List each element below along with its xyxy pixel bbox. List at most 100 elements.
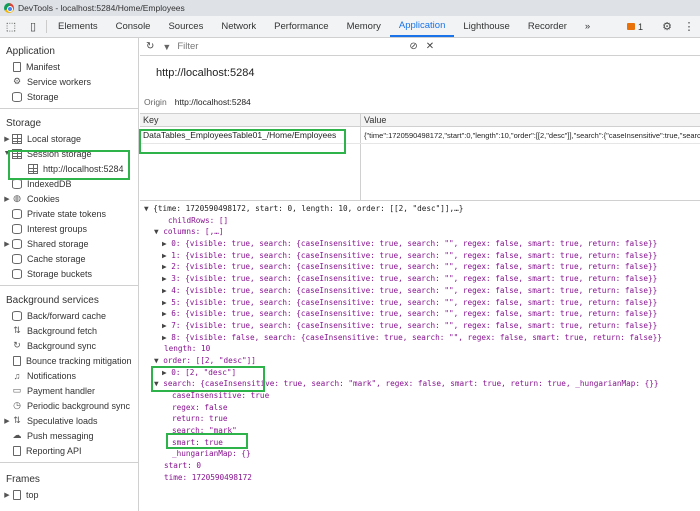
sidebar-item-background-fetch[interactable]: ⇅ Background fetch	[0, 323, 138, 338]
sidebar-item-storage-buckets[interactable]: Storage buckets	[0, 266, 138, 281]
tab-elements[interactable]: Elements	[49, 16, 107, 37]
json-line: length: 10	[164, 344, 211, 354]
json-line: childRows: []	[168, 215, 229, 225]
delete-selected-icon[interactable]: ✕	[426, 41, 434, 52]
device-toolbar-icon[interactable]: ▯	[22, 16, 44, 37]
json-line[interactable]: ▶ 0: [2, "desc"]	[140, 367, 700, 379]
sidebar-item-bounce-tracking[interactable]: Bounce tracking mitigation	[0, 353, 138, 368]
expand-arrow-icon[interactable]: ▶	[162, 368, 167, 377]
sidebar-item-frame-top[interactable]: ▶ top	[0, 487, 138, 502]
json-line[interactable]: ▶ 6: {visible: true, search: {caseInsens…	[140, 308, 700, 320]
row-value: {"time":1720590498172,"start":0,"length"…	[364, 131, 700, 140]
database-icon	[12, 268, 22, 279]
collapse-arrow-icon[interactable]: ▼	[154, 227, 159, 236]
database-icon	[12, 208, 22, 219]
collapse-arrow-icon[interactable]: ▼	[154, 356, 159, 365]
column-header-value[interactable]: Value	[361, 114, 700, 126]
sidebar-item-reporting-api[interactable]: Reporting API	[0, 443, 138, 458]
json-line[interactable]: ▶ 5: {visible: true, search: {caseInsens…	[140, 297, 700, 309]
tab-network[interactable]: Network	[212, 16, 265, 37]
sidebar-item-speculative-loads[interactable]: ▶ ⇅ Speculative loads	[0, 413, 138, 428]
origin-value: http://localhost:5284	[174, 96, 251, 107]
tab-performance[interactable]: Performance	[265, 16, 337, 37]
expand-arrow-icon[interactable]: ▶	[162, 262, 167, 271]
expand-arrow-icon[interactable]: ▶	[162, 321, 167, 330]
sidebar-item-notifications[interactable]: ♫ Notifications	[0, 368, 138, 383]
sidebar-item-session-origin[interactable]: http://localhost:5284	[0, 161, 138, 176]
collapse-arrow-icon[interactable]: ▼	[144, 204, 149, 213]
json-line[interactable]: ▼ {time: 1720590498172, start: 0, length…	[140, 203, 700, 215]
json-line[interactable]: ▼ search: {caseInsensitive: true, search…	[140, 378, 700, 390]
sidebar-item-manifest[interactable]: Manifest	[0, 59, 138, 74]
tab-sources[interactable]: Sources	[159, 16, 212, 37]
expand-arrow-icon[interactable]: ▶	[2, 240, 12, 248]
tab-memory[interactable]: Memory	[338, 16, 390, 37]
more-tabs-button[interactable]: »	[576, 16, 599, 37]
expand-arrow-icon[interactable]: ▶	[162, 286, 167, 295]
expand-arrow-icon[interactable]: ▶	[2, 417, 12, 425]
sidebar-item-indexeddb[interactable]: IndexedDB	[0, 176, 138, 191]
expand-arrow-icon[interactable]: ▶	[162, 251, 167, 260]
sidebar-item-session-storage[interactable]: ▼ Session storage	[0, 146, 138, 161]
expand-arrow-icon[interactable]: ▶	[2, 491, 12, 499]
expand-arrow-icon[interactable]: ▶	[162, 309, 167, 318]
tab-console[interactable]: Console	[107, 16, 160, 37]
tab-lighthouse[interactable]: Lighthouse	[454, 16, 518, 37]
table-header: Key Value	[140, 114, 700, 127]
origin-label: Origin	[144, 96, 167, 107]
sidebar-item-interest-groups[interactable]: Interest groups	[0, 221, 138, 236]
refresh-icon[interactable]: ↻	[146, 41, 154, 52]
kebab-menu-icon[interactable]: ⋮	[678, 20, 700, 33]
filter-input[interactable]: Filter	[177, 41, 409, 52]
issues-badge[interactable]: 1	[626, 22, 643, 32]
sidebar-item-back-forward-cache[interactable]: Back/forward cache	[0, 308, 138, 323]
cookie-icon: ◍	[13, 193, 21, 203]
sidebar-item-local-storage[interactable]: ▶ Local storage	[0, 131, 138, 146]
collapse-arrow-icon[interactable]: ▼	[154, 379, 159, 388]
json-line[interactable]: ▼ columns: [,…]	[140, 226, 700, 238]
sync-icon: ↻	[13, 340, 21, 350]
sidebar-item-background-sync[interactable]: ↻ Background sync	[0, 338, 138, 353]
expand-arrow-icon[interactable]: ▶	[162, 333, 167, 342]
json-line[interactable]: ▼ order: [[2, "desc"]]	[140, 355, 700, 367]
card-icon: ▭	[12, 385, 22, 395]
table-icon	[28, 163, 38, 174]
clear-all-icon[interactable]: ⊘	[409, 41, 417, 52]
tab-recorder[interactable]: Recorder	[519, 16, 576, 37]
inspect-element-icon[interactable]: ⬚	[0, 16, 22, 37]
column-header-key[interactable]: Key	[140, 114, 361, 126]
gear-icon[interactable]: ⚙	[656, 20, 678, 33]
expand-arrow-icon[interactable]: ▶	[2, 195, 12, 203]
json-line[interactable]: ▶ 1: {visible: true, search: {caseInsens…	[140, 250, 700, 262]
sidebar-item-periodic-sync[interactable]: ◷ Periodic background sync	[0, 398, 138, 413]
sidebar-item-shared-storage[interactable]: ▶ Shared storage	[0, 236, 138, 251]
sidebar-item-private-state-tokens[interactable]: Private state tokens	[0, 206, 138, 221]
sidebar-item-push-messaging[interactable]: ☁ Push messaging	[0, 428, 138, 443]
expand-arrow-icon[interactable]: ▶	[162, 239, 167, 248]
sidebar-item-cookies[interactable]: ▶ ◍ Cookies	[0, 191, 138, 206]
json-line[interactable]: ▶ 7: {visible: true, search: {caseInsens…	[140, 320, 700, 332]
json-line[interactable]: ▶ 8: {visible: false, search: {caseInsen…	[140, 332, 700, 344]
database-icon	[12, 178, 22, 189]
json-line[interactable]: ▶ 0: {visible: true, search: {caseInsens…	[140, 238, 700, 250]
database-icon	[12, 253, 22, 264]
tab-application[interactable]: Application	[389, 16, 455, 37]
sidebar-item-storage[interactable]: Storage	[0, 89, 138, 104]
table-row[interactable]: DataTables_EmployeesTable01_/Home/Employ…	[140, 127, 700, 144]
json-line[interactable]: ▶ 2: {visible: true, search: {caseInsens…	[140, 261, 700, 273]
sidebar-item-cache-storage[interactable]: Cache storage	[0, 251, 138, 266]
bell-icon: ♫	[13, 370, 21, 381]
table-empty-area	[140, 144, 700, 200]
json-line[interactable]: ▶ 4: {visible: true, search: {caseInsens…	[140, 285, 700, 297]
expand-arrow-icon[interactable]: ▶	[162, 274, 167, 283]
expand-arrow-icon[interactable]: ▶	[162, 298, 167, 307]
json-line[interactable]: ▶ 3: {visible: true, search: {caseInsens…	[140, 273, 700, 285]
expand-arrow-icon[interactable]: ▶	[2, 135, 12, 143]
sidebar-item-service-workers[interactable]: ⚙ Service workers	[0, 74, 138, 89]
collapse-arrow-icon[interactable]: ▼	[2, 150, 12, 157]
json-line: regex: false	[172, 402, 228, 412]
json-line: smart: true	[172, 437, 223, 447]
application-sidebar: Application Manifest ⚙ Service workers St…	[0, 38, 139, 511]
sidebar-item-payment-handler[interactable]: ▭ Payment handler	[0, 383, 138, 398]
storage-main-panel: ↻ ▼ Filter ⊘ ✕ http://localhost:5284 Ori…	[140, 38, 700, 511]
